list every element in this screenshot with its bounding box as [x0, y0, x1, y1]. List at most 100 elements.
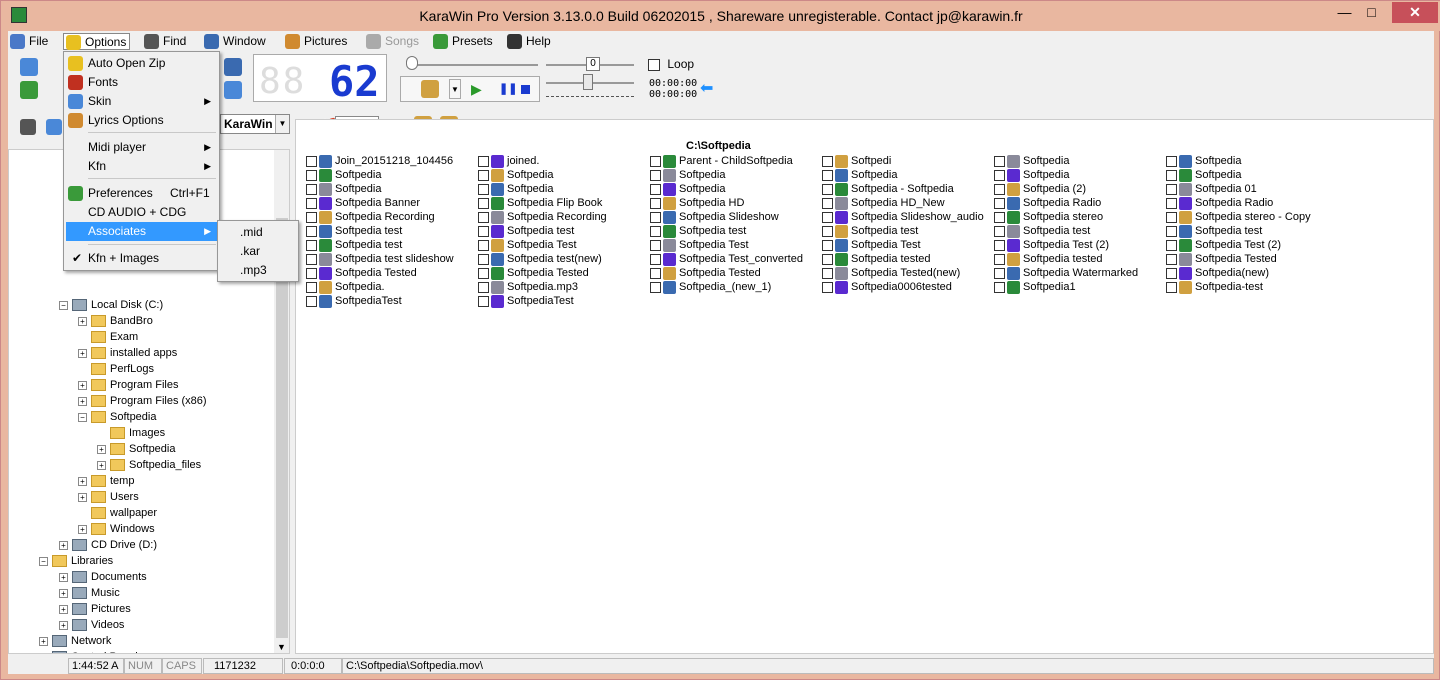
file-checkbox[interactable] — [822, 183, 833, 195]
associates-item[interactable]: .kar — [220, 242, 296, 261]
file-checkbox[interactable] — [478, 281, 489, 293]
collapse-icon[interactable]: − — [78, 412, 87, 422]
singer-icon[interactable] — [421, 80, 439, 98]
tree-node[interactable]: Images — [97, 425, 165, 441]
file-checkbox[interactable] — [1166, 211, 1177, 223]
options-item-midi-player[interactable]: Midi player ▶ — [66, 138, 217, 157]
tree-node[interactable]: PerfLogs — [78, 361, 154, 377]
file-item[interactable]: Softpedia1 — [994, 280, 1076, 294]
options-item-associates[interactable]: Associates ▶ — [66, 222, 217, 241]
file-item[interactable]: Softpedia test — [650, 224, 746, 238]
file-checkbox[interactable] — [650, 267, 661, 279]
file-item[interactable]: Softpedia tested — [994, 252, 1103, 266]
pause-icon[interactable]: ❚❚ — [499, 82, 517, 95]
expand-icon[interactable]: + — [78, 348, 87, 358]
open-icon[interactable] — [20, 58, 38, 76]
file-checkbox[interactable] — [1166, 183, 1177, 195]
file-item[interactable]: Softpedia Slideshow_audio — [822, 210, 984, 224]
file-item[interactable]: SoftpediaTest — [306, 294, 402, 308]
expand-icon[interactable]: + — [97, 444, 106, 454]
file-item[interactable]: Softpedia — [1166, 154, 1241, 168]
file-checkbox[interactable] — [650, 155, 661, 167]
options-item-skin[interactable]: Skin ▶ — [66, 92, 217, 111]
file-checkbox[interactable] — [1166, 267, 1177, 279]
file-item[interactable]: Softpedia HD — [650, 196, 744, 210]
tree-node[interactable]: + Users — [78, 489, 139, 505]
file-checkbox[interactable] — [1166, 281, 1177, 293]
file-item[interactable]: Softpedia Tested(new) — [822, 266, 960, 280]
options-item-fonts[interactable]: Fonts — [66, 73, 217, 92]
file-checkbox[interactable] — [650, 281, 661, 293]
file-checkbox[interactable] — [478, 155, 489, 167]
file-item[interactable]: Softpedia (2) — [994, 182, 1086, 196]
file-item[interactable]: Softpedia_(new_1) — [650, 280, 771, 294]
maximize-button[interactable]: □ — [1358, 2, 1385, 23]
tree-node[interactable]: Exam — [78, 329, 138, 345]
file-item[interactable]: Softpedia 01 — [1166, 182, 1257, 196]
file-checkbox[interactable] — [650, 197, 661, 209]
file-checkbox[interactable] — [994, 197, 1005, 209]
refresh-icon[interactable] — [20, 81, 38, 99]
file-item[interactable]: Softpedia Test — [822, 238, 921, 252]
file-checkbox[interactable] — [306, 267, 317, 279]
menu-window[interactable]: Window — [202, 33, 269, 50]
menu-pictures[interactable]: Pictures — [283, 33, 350, 50]
tree-node[interactable]: − Local Disk (C:) — [59, 297, 163, 313]
file-checkbox[interactable] — [306, 169, 317, 181]
file-checkbox[interactable] — [994, 225, 1005, 237]
file-item[interactable]: Softpedia — [478, 168, 553, 182]
expand-icon[interactable]: + — [59, 604, 68, 614]
file-checkbox[interactable] — [994, 169, 1005, 181]
file-checkbox[interactable] — [994, 239, 1005, 251]
file-item[interactable]: Softpedia test — [1166, 224, 1262, 238]
expand-icon[interactable]: + — [39, 636, 48, 646]
volume-value[interactable]: 0 — [586, 57, 600, 71]
file-item[interactable]: Softpedia test slideshow — [306, 252, 454, 266]
file-item[interactable]: Softpedia stereo — [994, 210, 1103, 224]
file-checkbox[interactable] — [822, 197, 833, 209]
tree-node[interactable]: + Windows — [78, 521, 155, 537]
menu-help[interactable]: Help — [505, 33, 554, 50]
file-checkbox[interactable] — [822, 225, 833, 237]
expand-icon[interactable]: + — [97, 460, 106, 470]
file-checkbox[interactable] — [1166, 155, 1177, 167]
expand-icon[interactable]: + — [78, 524, 87, 534]
file-item[interactable]: Parent - ChildSoftpedia — [650, 154, 793, 168]
camera-icon[interactable] — [20, 119, 36, 135]
file-item[interactable]: Softpedia Test (2) — [1166, 238, 1281, 252]
file-item[interactable]: Softpedia Banner — [306, 196, 420, 210]
options-item-auto-open-zip[interactable]: Auto Open Zip — [66, 54, 217, 73]
file-checkbox[interactable] — [650, 225, 661, 237]
file-checkbox[interactable] — [1166, 225, 1177, 237]
file-item[interactable]: Softpedia0006tested — [822, 280, 952, 294]
chevron-down-icon[interactable]: ▼ — [275, 115, 289, 133]
file-item[interactable]: Softpedia — [650, 168, 725, 182]
file-item[interactable]: Softpedia tested — [822, 252, 931, 266]
file-item[interactable]: Softpedia — [822, 168, 897, 182]
file-item[interactable]: Softpedia Test (2) — [994, 238, 1109, 252]
file-checkbox[interactable] — [994, 281, 1005, 293]
file-item[interactable]: Softpedia Tested — [306, 266, 417, 280]
tree-node[interactable]: + Softpedia — [97, 441, 175, 457]
options-item-preferences[interactable]: Preferences Ctrl+F1 — [66, 184, 217, 203]
file-checkbox[interactable] — [306, 183, 317, 195]
file-item[interactable]: Softpedia stereo - Copy — [1166, 210, 1311, 224]
tree-node[interactable]: + Documents — [59, 569, 147, 585]
file-checkbox[interactable] — [822, 155, 833, 167]
back-arrow-icon[interactable]: ⬅ — [700, 78, 713, 98]
file-item[interactable]: Softpedia — [650, 182, 725, 196]
file-item[interactable]: Softpedia Test — [650, 238, 749, 252]
file-checkbox[interactable] — [306, 211, 317, 223]
file-item[interactable]: Softpedia Tested — [650, 266, 761, 280]
collapse-icon[interactable]: − — [59, 300, 68, 310]
tree-node[interactable]: + Program Files — [78, 377, 178, 393]
file-item[interactable]: Softpedia — [478, 182, 553, 196]
file-checkbox[interactable] — [650, 239, 661, 251]
collapse-icon[interactable]: − — [39, 556, 48, 566]
file-item[interactable]: Softpedia Watermarked — [994, 266, 1138, 280]
file-item[interactable]: Softpedia — [1166, 168, 1241, 182]
file-checkbox[interactable] — [822, 253, 833, 265]
file-item[interactable]: Softpedia Recording — [478, 210, 607, 224]
file-list[interactable]: C:\Softpedia Join_20151218_104456 Softped… — [295, 119, 1434, 654]
tree-node[interactable]: − Libraries — [39, 553, 113, 569]
